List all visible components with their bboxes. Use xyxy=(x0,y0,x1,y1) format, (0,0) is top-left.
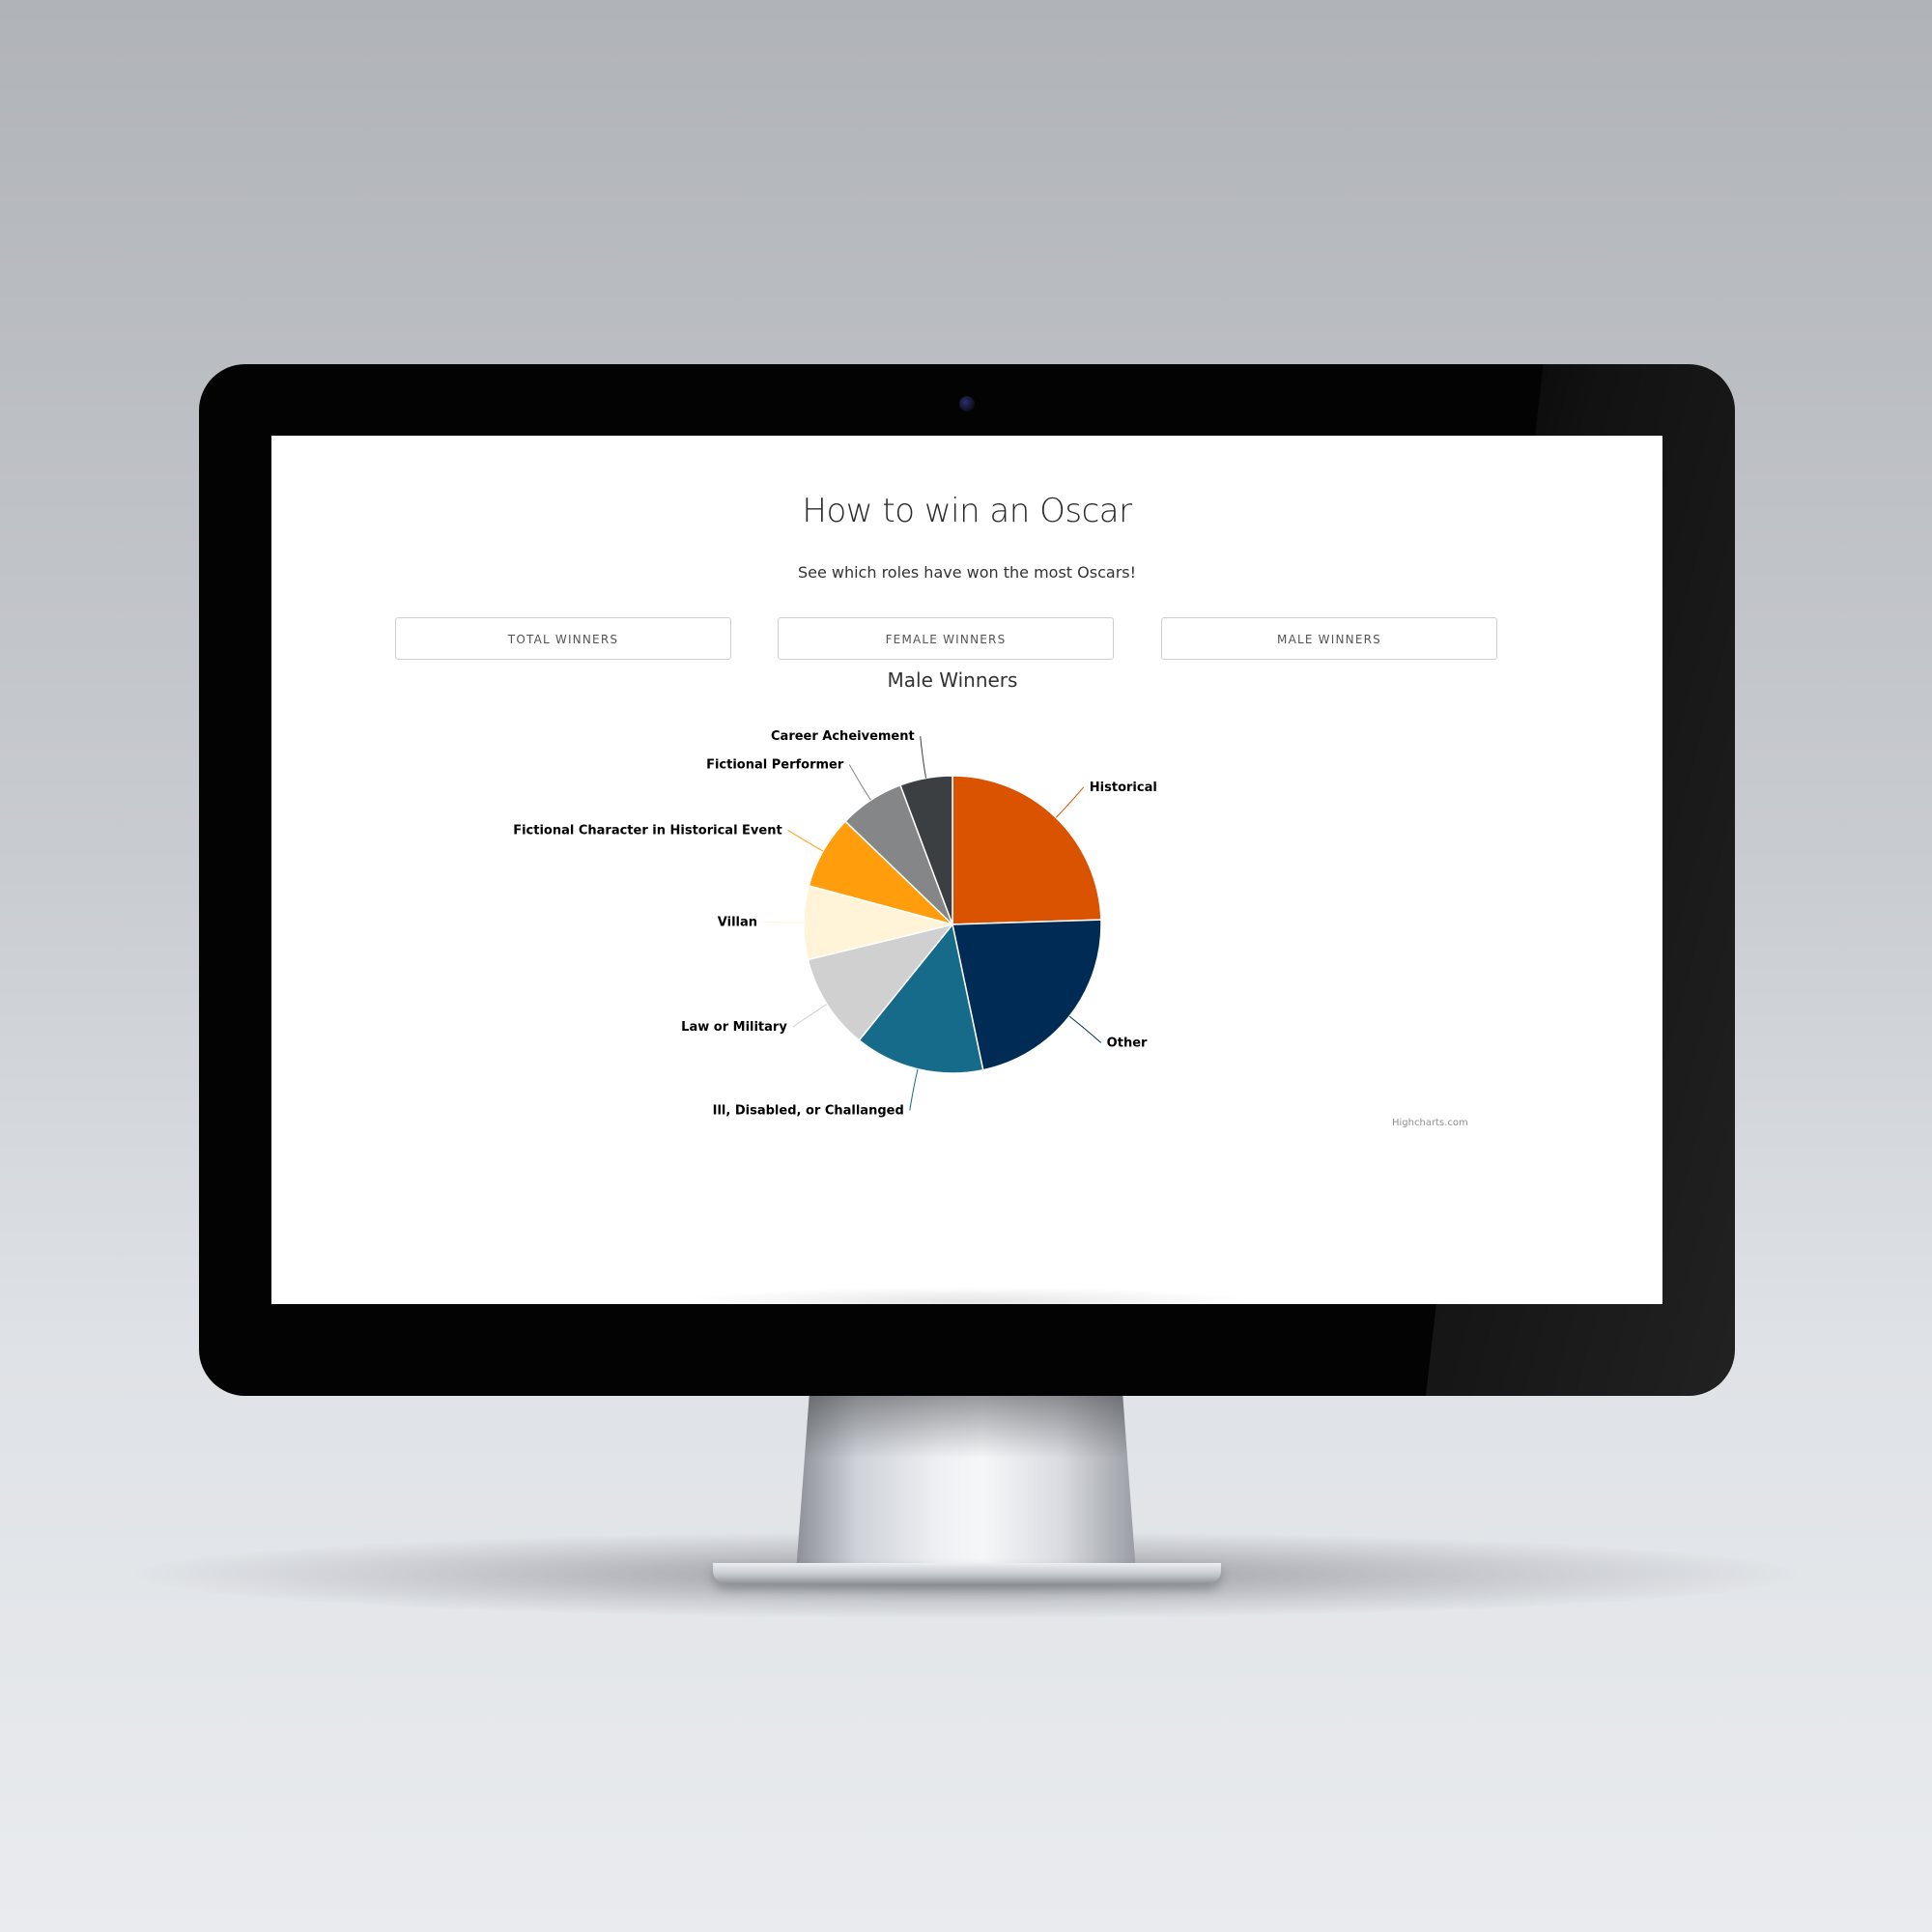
pie-connector-2 xyxy=(909,1068,919,1111)
pie-connector-7 xyxy=(920,736,927,779)
screen-reflection xyxy=(677,1287,1257,1316)
pie-label-3: Law or Military xyxy=(681,1020,787,1035)
pie-label-7: Career Acheivement xyxy=(771,729,915,744)
pie-connector-6 xyxy=(848,764,871,801)
pie-label-5: Fictional Character in Historical Event xyxy=(513,823,782,838)
pie-connector-5 xyxy=(787,830,824,852)
webcam-icon xyxy=(959,396,975,412)
pie-label-6: Fictional Performer xyxy=(706,758,844,773)
pie-connector-1 xyxy=(1068,1015,1102,1043)
pie-connector-0 xyxy=(1055,786,1085,818)
chart-title: Male Winners xyxy=(888,668,1018,692)
screen: How to win an Oscar See which roles have… xyxy=(271,436,1662,1304)
pie-label-2: Ill, Disabled, or Challanged xyxy=(713,1104,904,1119)
pie-label-4: Villan xyxy=(718,916,757,930)
pie-connector-3 xyxy=(792,1004,828,1028)
pie-chart: Male Winners Historical Other Ill, Disable… xyxy=(513,668,1157,1119)
monitor-stand-shade xyxy=(804,1391,1128,1459)
monitor-bezel: How to win an Oscar See which roles have… xyxy=(199,364,1735,1396)
pie-slices xyxy=(803,775,1102,1074)
pie-label-0: Historical xyxy=(1090,781,1157,795)
highcharts-credits-link[interactable]: Highcharts.com xyxy=(1392,1118,1468,1128)
pie-slice-0[interactable] xyxy=(952,775,1102,925)
pie-label-1: Other xyxy=(1107,1036,1148,1050)
monitor-stand-base xyxy=(713,1563,1221,1584)
